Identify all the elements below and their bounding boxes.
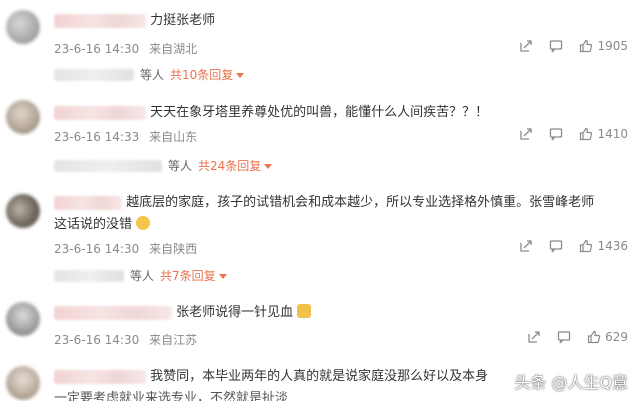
comment-time: 23-6-16 14:30 [54,242,140,256]
reply-count-link[interactable]: 共7条回复 [160,267,227,284]
username[interactable] [54,369,146,384]
reply-suffix: 等人 [140,68,165,82]
chevron-down-icon [264,164,273,169]
share-icon[interactable] [519,39,533,53]
comment-text-continuation: 一定要考虑就业来选专业，不然就是扯淡 [54,390,288,401]
username[interactable] [54,13,146,28]
reply-count-link[interactable]: 共24条回复 [198,157,273,174]
comment-meta: 23-6-16 14:33 来自山东 [54,128,203,145]
comment-meta: 23-6-16 14:30 来自江苏 [54,331,203,348]
like-count: 629 [605,330,628,344]
like-button[interactable]: 1436 [579,239,628,253]
thumbs-up-icon [587,330,601,344]
thumbs-up-icon [580,239,593,253]
reply-summary[interactable]: 等人 共24条回复 [54,157,273,174]
reply-users [54,269,124,282]
share-icon[interactable] [519,127,533,141]
thumbs-up-icon [580,39,593,53]
reply-users [54,159,162,172]
reply-count-link[interactable]: 共10条回复 [170,66,245,83]
username[interactable] [54,105,146,120]
comment-time: 23-6-16 14:30 [54,333,140,347]
comment-icon[interactable] [557,330,571,344]
comment-location: 来自山东 [149,130,198,144]
avatar[interactable] [6,302,40,336]
comment-text-row: 我赞同，本毕业两年的人真的就是说家庭没那么好以及本身 [54,368,488,386]
comment-text-row: 越底层的家庭，孩子的试错机会和成本越少，所以专业选择格外慎重。张雪峰老师 [54,194,594,212]
comment-actions: 1436 [519,239,628,253]
comment-item: 天天在象牙塔里养尊处优的叫兽，能懂什么人间疾苦？？！ 23-6-16 14:33… [0,92,640,180]
comment-text: 越底层的家庭，孩子的试错机会和成本越少，所以专业选择格外慎重。张雪峰老师 [126,195,595,210]
avatar[interactable] [6,100,40,134]
share-icon[interactable] [527,330,541,344]
comment-item: 张老师说得一针见血 23-6-16 14:30 来自江苏 629 [0,296,640,356]
comment-location: 来自陕西 [149,242,198,256]
comment-item: 越底层的家庭，孩子的试错机会和成本越少，所以专业选择格外慎重。张雪峰老师 这话说… [0,186,640,286]
share-icon[interactable] [519,239,533,253]
comment-meta: 23-6-16 14:30 来自陕西 [54,240,203,257]
avatar[interactable] [6,194,40,228]
like-count: 1410 [597,127,628,141]
comment-actions: 629 [527,330,628,344]
comment-text: 力挺张老师 [150,13,216,28]
like-count: 1905 [597,39,628,53]
reply-suffix: 等人 [130,269,155,283]
avatar[interactable] [6,10,40,44]
reply-suffix: 等人 [168,159,193,173]
like-button[interactable]: 629 [587,330,628,344]
comment-icon[interactable] [549,239,563,253]
username[interactable] [54,195,122,210]
comment-text: 张老师说得一针见血 [176,305,294,320]
comment-time: 23-6-16 14:33 [54,130,140,144]
thumbs-up-emoji-icon [297,304,312,318]
comment-icon[interactable] [549,39,563,53]
emoji-icon [136,216,151,230]
comment-location: 来自湖北 [149,42,198,56]
comment-text: 这话说的没错 [54,217,133,232]
comment-text-row: 张老师说得一针见血 [54,304,312,322]
reply-summary[interactable]: 等人 共10条回复 [54,66,245,83]
like-button[interactable]: 1905 [579,39,628,53]
comment-text: 一定要考虑就业来选专业，不然就是扯淡 [54,391,289,401]
comment-location: 来自江苏 [149,333,198,347]
reply-summary[interactable]: 等人 共7条回复 [54,267,227,284]
comment-text-continuation: 这话说的没错 [54,216,151,234]
reply-users [54,68,134,81]
comment-text-row: 力挺张老师 [54,12,215,30]
comment-icon[interactable] [549,127,563,141]
thumbs-up-icon [580,127,593,141]
watermark: 头条 @人生Q意 [514,373,628,392]
comment-meta: 23-6-16 14:30 来自湖北 [54,40,203,57]
avatar[interactable] [6,366,40,400]
chevron-down-icon [236,73,245,78]
comment-text: 我赞同，本毕业两年的人真的就是说家庭没那么好以及本身 [150,369,489,384]
comment-time: 23-6-16 14:30 [54,42,140,56]
chevron-down-icon [218,274,227,279]
comment-text-row: 天天在象牙塔里养尊处优的叫兽，能懂什么人间疾苦？？！ [54,104,488,122]
comment-actions: 1905 [519,39,628,53]
like-button[interactable]: 1410 [579,127,628,141]
username[interactable] [54,305,172,320]
comment-item: 力挺张老师 23-6-16 14:30 来自湖北 1905 等人 共10条回复 [0,0,640,86]
like-count: 1436 [597,239,628,253]
comment-text: 天天在象牙塔里养尊处优的叫兽，能懂什么人间疾苦？？！ [150,105,489,120]
comment-actions: 1410 [519,127,628,141]
